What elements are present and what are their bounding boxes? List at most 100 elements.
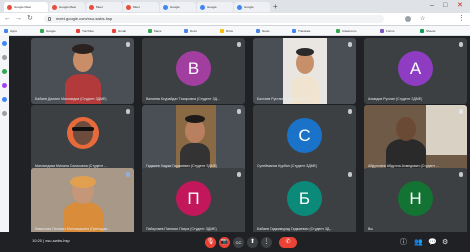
mic-icon: [237, 109, 241, 114]
end-call-button[interactable]: ✆: [279, 237, 297, 248]
bookmark-item[interactable]: Forms: [380, 27, 395, 34]
tab-title: Google Meet: [59, 5, 77, 9]
new-tab-button[interactable]: +: [273, 2, 278, 11]
bookmark-icon: [4, 28, 8, 33]
participant-tile[interactable]: Гаджиев Хаджи Гаджиевич (Студент ЗДМЕ): [142, 105, 245, 171]
participant-tile[interactable]: В Валиева Ксурайдат Тахировна (Студент З…: [142, 38, 245, 104]
participant-name: Ахмедов Руслан (Студент ЗДМЕ): [368, 97, 423, 101]
back-icon[interactable]: ←: [4, 15, 11, 23]
bookmark-item[interactable]: Classroom: [336, 27, 356, 34]
tab-title: Google: [244, 5, 254, 9]
browser-tab[interactable]: Google Meet: [49, 2, 85, 12]
bookmark-label: Classroom: [342, 28, 357, 33]
present-button[interactable]: ⬆: [247, 237, 258, 248]
close-window-button[interactable]: ✕: [457, 1, 463, 11]
bookmark-item[interactable]: YouTube: [76, 27, 94, 34]
bookmark-item[interactable]: Apps: [4, 27, 17, 34]
camera-toggle-button[interactable]: 📷: [219, 237, 230, 248]
mic-icon: [348, 109, 352, 114]
participant-name: Бабаев Даниил Магомедов (Студент ЗДМЕ): [35, 97, 107, 101]
participant-tile[interactable]: Камилова Патимат Магомедовна (Преподав..…: [31, 168, 134, 234]
people-icon[interactable]: 👥: [414, 239, 423, 247]
browser-tab[interactable]: Google: [234, 2, 270, 12]
browser-tab[interactable]: Meet: [123, 2, 159, 12]
chat-icon[interactable]: 💬: [428, 239, 437, 247]
tab-favicon-icon: [52, 4, 57, 10]
browser-tab[interactable]: Google: [197, 2, 233, 12]
participant-name: Валиева Ксурайдат Тахировна (Студент ЗД.…: [146, 97, 220, 101]
tab-favicon-icon: [237, 4, 242, 10]
bookmark-icon: [76, 28, 80, 33]
tab-favicon-icon: [200, 4, 205, 10]
side-app-icon[interactable]: [2, 83, 7, 88]
bookmark-icon: [220, 28, 224, 33]
reload-icon[interactable]: ↻: [27, 15, 33, 23]
participant-tile[interactable]: П Пайзулаев Патимат Пахра (Студент ЗДМЕ): [142, 168, 245, 234]
mic-toggle-button[interactable]: 🎙: [205, 237, 216, 248]
side-app-icon[interactable]: [2, 111, 7, 116]
profile-avatar[interactable]: [405, 16, 411, 22]
bookmark-item[interactable]: Gmail: [112, 27, 126, 34]
bookmark-label: Docs: [190, 28, 197, 33]
side-app-icon[interactable]: [2, 69, 7, 74]
participant-tile[interactable]: Н Вы: [364, 168, 467, 234]
tab-title: Google Meet: [14, 5, 32, 9]
participant-tile[interactable]: С Сулейманов Курбан (Студент ЗДМЕ): [253, 105, 356, 171]
side-app-icon[interactable]: [2, 97, 7, 102]
side-app-icon[interactable]: [2, 55, 7, 60]
url-input[interactable]: meet.google.com/xsu-swbs-hsp: [44, 15, 384, 23]
info-icon[interactable]: ⓘ: [400, 239, 407, 247]
tab-favicon-icon: [163, 4, 168, 10]
browser-tab[interactable]: Meet: [86, 2, 122, 12]
mic-icon: [348, 42, 352, 47]
participant-name: Вы: [368, 227, 373, 231]
bookmark-label: Gmail: [118, 28, 126, 33]
browser-tab[interactable]: Google: [160, 2, 196, 12]
participant-tile[interactable]: Бабаев Даниил Магомедов (Студент ЗДМЕ): [31, 38, 134, 104]
bookmarks-bar: Apps Google YouTube Gmail Maps Docs Driv…: [0, 26, 470, 36]
bookmark-item[interactable]: Sheets: [420, 27, 435, 34]
bookmark-item[interactable]: Maps: [148, 27, 161, 34]
bookmark-item[interactable]: Docs: [184, 27, 197, 34]
activities-icon[interactable]: ⚙: [442, 239, 448, 247]
meeting-control-bar: 10:20 | xsu-swbs-hsp 🎙 📷 CC ⬆ ⋮ ✆ ⓘ 👥 💬 …: [0, 232, 470, 252]
bookmark-label: Google: [46, 28, 56, 33]
star-icon[interactable]: ☆: [420, 15, 425, 23]
side-app-icon[interactable]: [2, 41, 7, 46]
maximize-button[interactable]: □: [443, 1, 447, 11]
bookmark-label: News: [262, 28, 270, 33]
participant-tile[interactable]: А Ахмедов Руслан (Студент ЗДМЕ): [364, 38, 467, 104]
avatar: Б: [287, 181, 322, 216]
mic-icon: [237, 172, 241, 177]
bookmark-item[interactable]: Drive: [220, 27, 233, 34]
bookmark-label: Drive: [226, 28, 234, 33]
avatar: С: [287, 118, 322, 153]
bookmark-icon: [256, 28, 260, 33]
participant-tile[interactable]: Магомедова Милана Салиховна (Студент ...: [31, 105, 134, 171]
browser-menu-icon[interactable]: ⋮: [458, 15, 465, 23]
participant-tile[interactable]: Бахтаев Рустам (Студент ЗДМЕ): [253, 38, 356, 104]
mic-icon: [237, 42, 241, 47]
tab-title: Meet: [133, 5, 140, 9]
bookmark-icon: [292, 28, 296, 33]
browser-tab[interactable]: Google Meet: [4, 2, 48, 12]
minimize-button[interactable]: –: [430, 1, 434, 11]
bookmark-label: Apps: [10, 28, 17, 33]
tab-title: Meet: [96, 5, 103, 9]
address-bar: ← → ↻ meet.google.com/xsu-swbs-hsp ☆ ⋮: [0, 13, 470, 26]
bookmark-item[interactable]: Translate: [292, 27, 310, 34]
bookmark-item[interactable]: Google: [40, 27, 56, 34]
participant-tile[interactable]: Абдуллаев Абдулла Ахмедович (Студент ...: [364, 105, 467, 171]
captions-button[interactable]: CC: [233, 237, 244, 248]
mic-icon: [459, 109, 463, 114]
bookmark-item[interactable]: News: [256, 27, 270, 34]
participant-tile[interactable]: Б Бабаев Гаджимурад Гаджиевич (Студент З…: [253, 168, 356, 234]
tab-title: Google: [207, 5, 217, 9]
tab-favicon-icon: [89, 4, 94, 10]
more-options-button[interactable]: ⋮: [261, 237, 272, 248]
forward-icon[interactable]: →: [15, 15, 22, 23]
bookmark-label: Maps: [154, 28, 162, 33]
avatar: Н: [398, 181, 433, 216]
mic-icon: [348, 172, 352, 177]
bookmark-label: Translate: [298, 28, 311, 33]
